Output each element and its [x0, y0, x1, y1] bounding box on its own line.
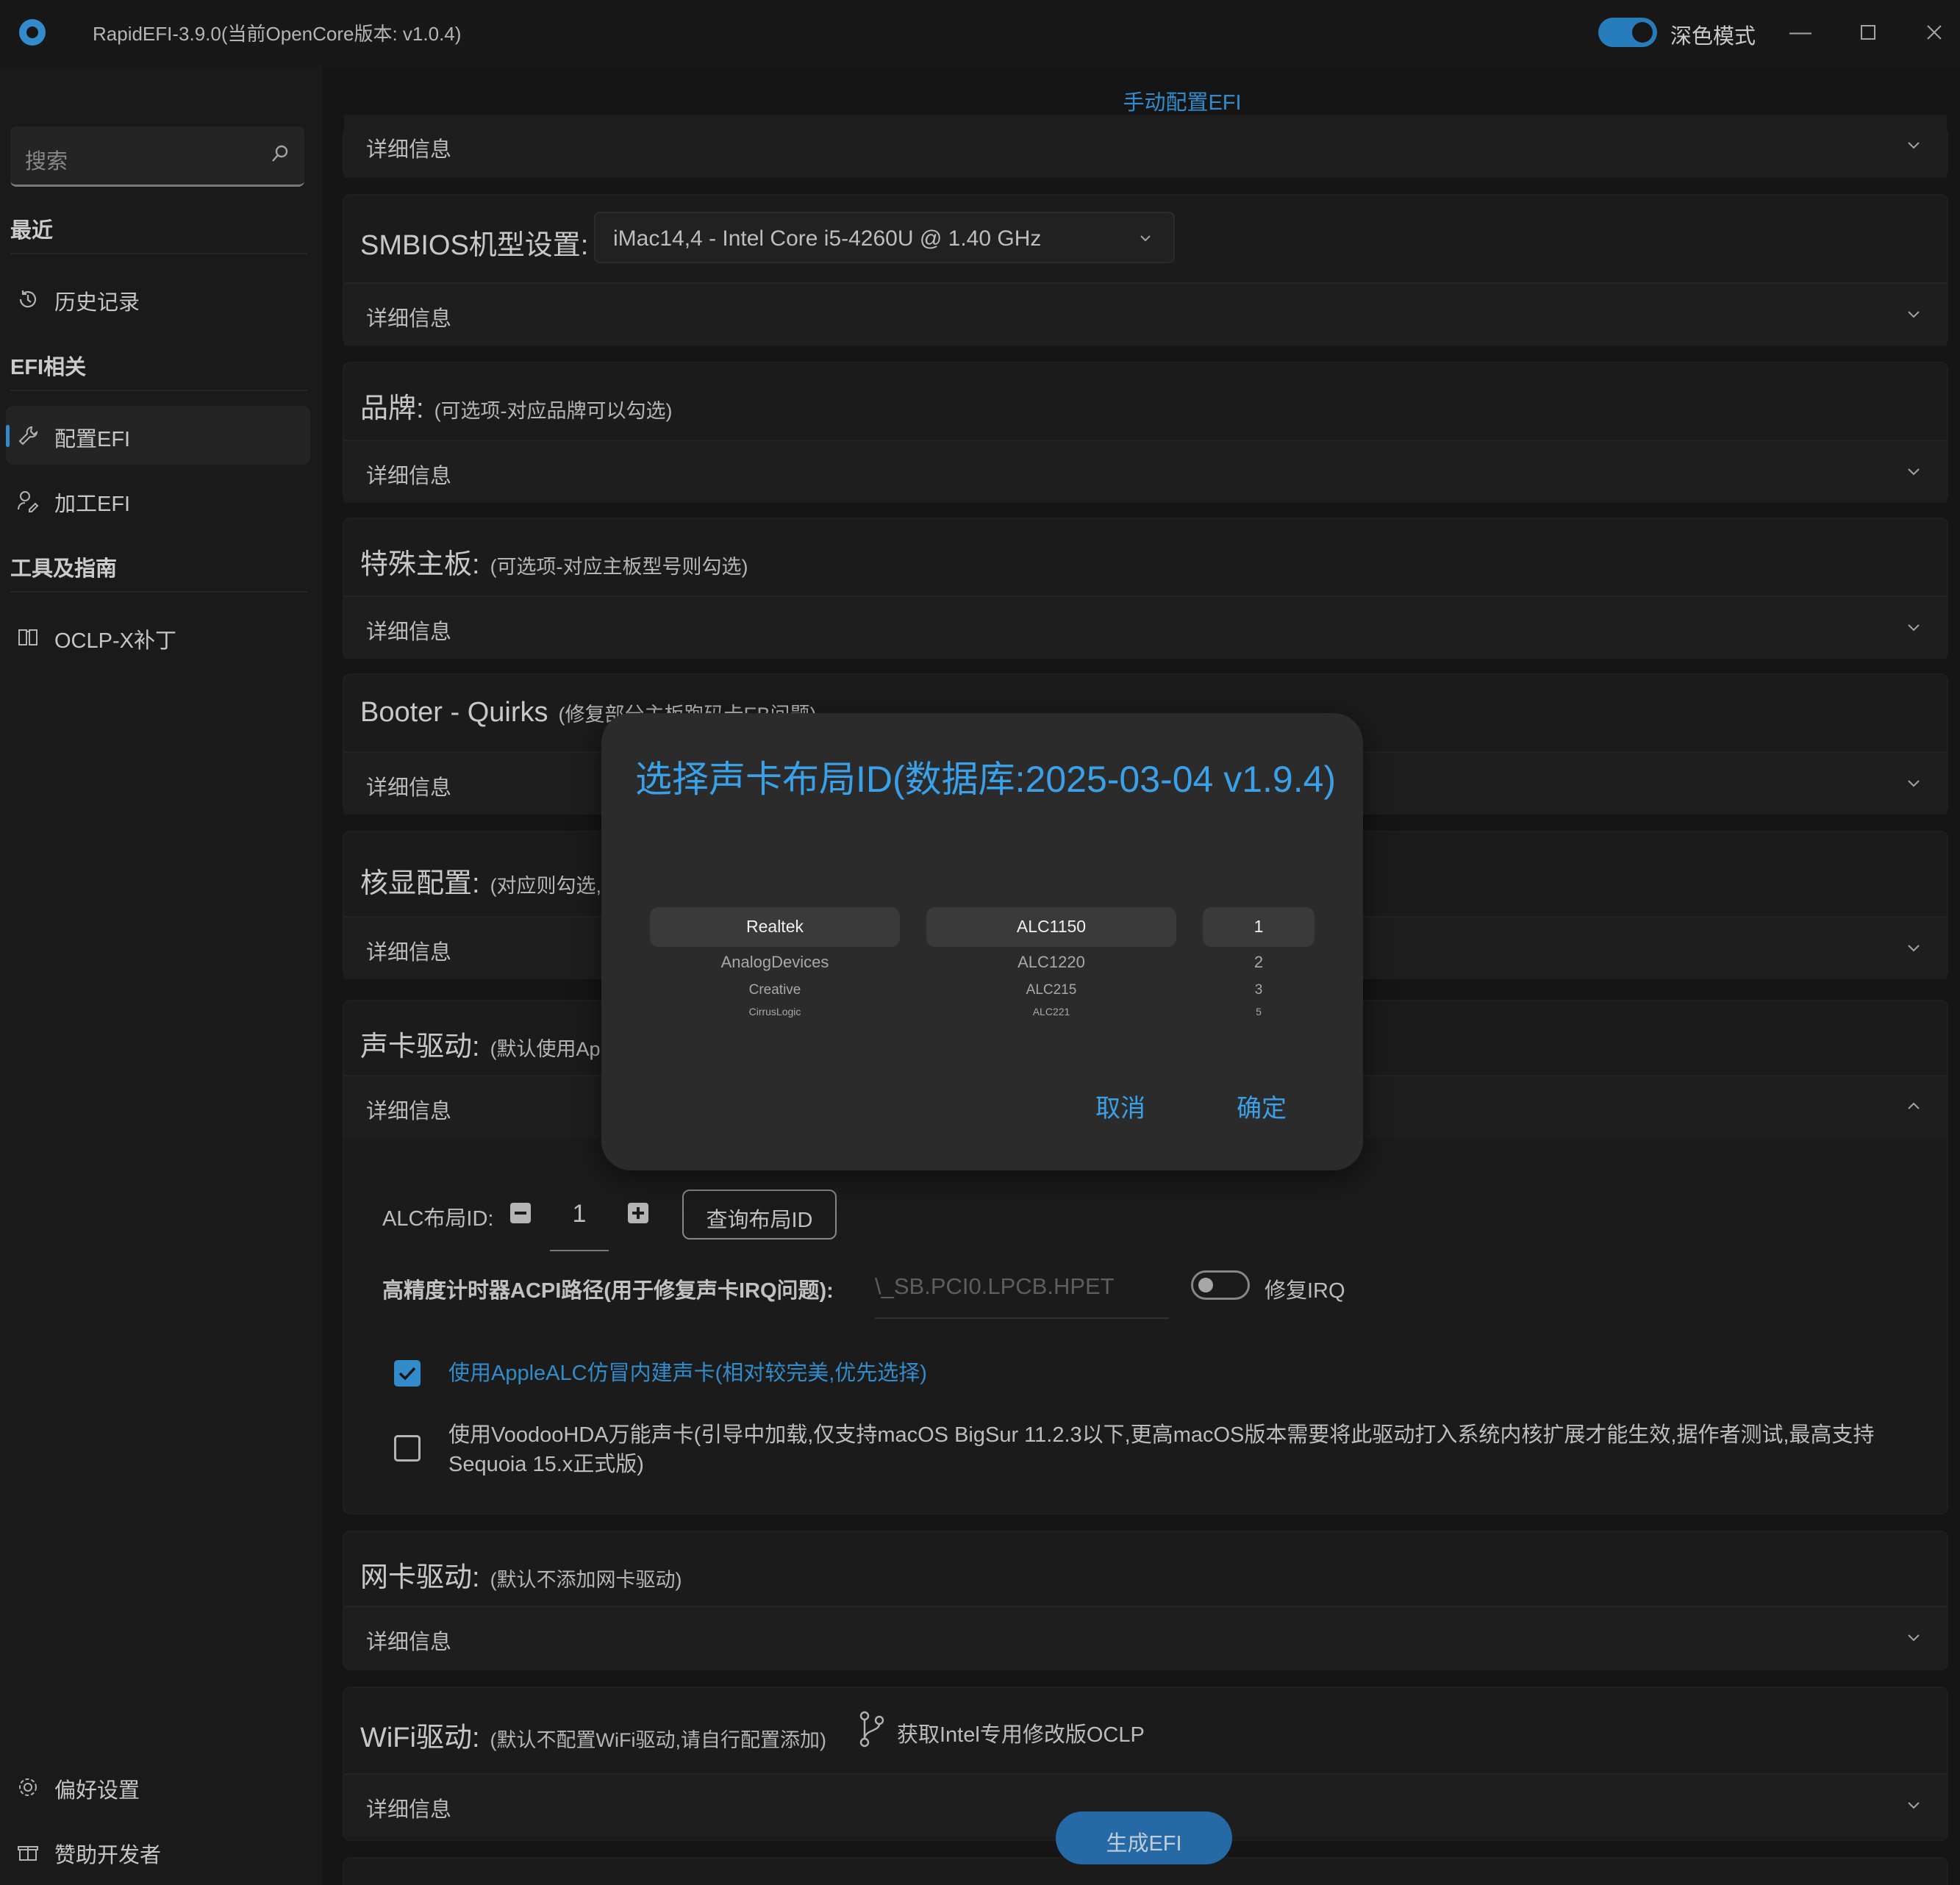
ok-button[interactable]: 确定 — [1237, 1088, 1287, 1124]
vendor-picker-selected[interactable]: Realtek — [650, 907, 900, 947]
vendor-option[interactable]: CirrusLogic — [650, 1006, 900, 1020]
codec-picker-selected[interactable]: ALC1150 — [926, 907, 1176, 947]
codec-option[interactable]: ALC221 — [926, 1006, 1176, 1020]
vendor-option[interactable]: AnalogDevices — [650, 953, 900, 972]
codec-option[interactable]: ALC215 — [926, 982, 1176, 998]
layout-id-dialog: 选择声卡布局ID(数据库:2025-03-04 v1.9.4) Realtek … — [601, 713, 1363, 1170]
dialog-title: 选择声卡布局ID(数据库:2025-03-04 v1.9.4) — [635, 759, 1337, 800]
vendor-option[interactable]: Creative — [650, 982, 900, 998]
cancel-button[interactable]: 取消 — [1095, 1088, 1145, 1124]
codec-option[interactable]: ALC1220 — [926, 953, 1176, 972]
id-option[interactable]: 3 — [1203, 982, 1315, 998]
id-option[interactable]: 2 — [1203, 953, 1315, 972]
id-picker-selected[interactable]: 1 — [1203, 907, 1315, 947]
id-option[interactable]: 5 — [1203, 1006, 1315, 1020]
